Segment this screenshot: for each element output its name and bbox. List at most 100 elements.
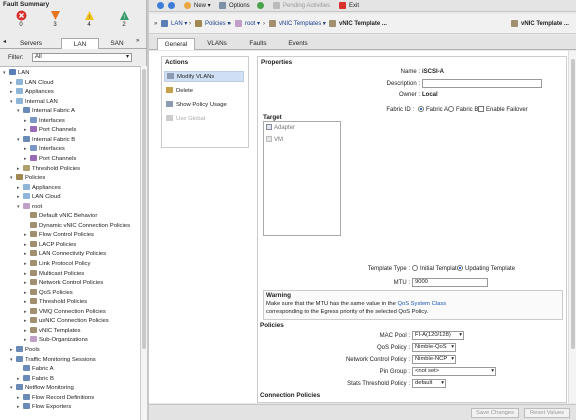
tree-node[interactable]: ▸ Pools — [10, 345, 40, 355]
exit-button[interactable]: Exit — [349, 2, 359, 11]
tree-node[interactable]: ▸ Interfaces — [24, 116, 65, 126]
breadcrumb-lan[interactable]: LAN ▾ — [171, 20, 187, 29]
initial-template-radio[interactable]: Initial Template — [412, 265, 460, 272]
tree-node[interactable]: ▸ Multicast Policies — [24, 269, 85, 279]
warning-text: Make sure that the MTU has the same valu… — [266, 301, 398, 307]
pending-activities-button[interactable]: Pending Activities — [283, 2, 330, 11]
show-policy-usage-action[interactable]: Show Policy Usage — [166, 100, 227, 111]
checkbox-label: Enable Failover — [486, 107, 528, 113]
target-vm[interactable]: VM — [266, 136, 283, 143]
exit-icon — [339, 2, 346, 11]
enable-failover-checkbox[interactable]: Enable Failover — [478, 106, 528, 113]
help-icon[interactable] — [257, 2, 264, 11]
forward-icon[interactable] — [168, 2, 175, 11]
tree-node[interactable]: ▸ Appliances — [17, 183, 61, 193]
tree-node[interactable]: ▾ Internal Fabric A — [17, 107, 75, 116]
tree-node[interactable]: ▸ Network Control Policies — [24, 279, 103, 288]
modify-vlans-action[interactable]: Modify VLANs — [164, 71, 244, 82]
tree-node-icon — [9, 69, 16, 75]
tab-san[interactable]: SAN — [102, 38, 132, 49]
network-control-policy-select[interactable]: Nimble-NCP — [412, 355, 456, 364]
options-button[interactable]: Options — [229, 2, 250, 11]
tab-events[interactable]: Events — [280, 38, 316, 50]
tree-node[interactable]: ▸ VMQ Connection Policies — [24, 307, 106, 317]
use-global-action[interactable]: Use Global — [166, 114, 205, 125]
tree-node-label: Multicast Policies — [39, 270, 85, 277]
main-tabs: General VLANs Faults Events — [149, 36, 576, 50]
target-adapter[interactable]: Adapter — [266, 124, 295, 131]
tab-faults[interactable]: Faults — [241, 38, 275, 50]
tab-servers[interactable]: Servers — [12, 38, 50, 49]
tree-node[interactable]: ▸ QoS Policies — [24, 288, 73, 298]
reset-values-button[interactable]: Reset Values — [524, 408, 570, 418]
tree-node[interactable]: ▸ LAN Cloud — [17, 193, 61, 202]
tree-node[interactable]: ▸ Threshold Policies — [24, 298, 87, 307]
name-label: Name : — [400, 69, 420, 75]
tree-node[interactable]: ▸ Sub-Organizations — [24, 336, 88, 345]
policies-section-title: Policies — [260, 322, 284, 329]
updating-template-radio[interactable]: Updating Template — [457, 265, 515, 272]
tree-node[interactable]: Dynamic vNIC Connection Policies — [24, 221, 130, 231]
fault-critical[interactable]: 0 — [7, 10, 35, 28]
tree-node[interactable]: ▾ Policies — [10, 174, 45, 183]
tab-back-arrow-icon[interactable]: ◂ — [3, 38, 6, 45]
description-input[interactable] — [422, 79, 542, 88]
tree-node[interactable]: ▾ root — [17, 202, 42, 212]
tab-lan[interactable]: LAN — [61, 38, 99, 49]
mac-pool-select[interactable]: FI-A(120/128) — [412, 331, 464, 340]
stats-threshold-policy-select[interactable]: default — [412, 379, 446, 388]
tree-node[interactable]: ▸ Port Channels — [24, 154, 76, 164]
tree-node[interactable]: ▸ vNIC Templates — [24, 326, 80, 336]
tree-node-icon — [23, 374, 30, 381]
tab-general[interactable]: General — [157, 38, 195, 50]
new-menu[interactable]: New ▾ — [194, 2, 211, 11]
tab-forward-arrow-icon[interactable]: » — [136, 38, 139, 44]
navigation-pane: Fault Summary 0 3 ! 4 ! 2 ◂ Servers LAN … — [0, 0, 147, 420]
tree-node[interactable]: ▾ Internal Fabric B — [17, 135, 75, 145]
tree-node[interactable]: ▾ LAN — [3, 69, 29, 78]
fault-minor[interactable]: ! 4 — [75, 10, 103, 28]
pending-activities-icon — [273, 2, 280, 11]
warning-box: Warning Make sure that the MTU has the s… — [263, 290, 563, 320]
breadcrumb-root[interactable]: root ▾ — [245, 20, 260, 29]
tree-node[interactable]: ▸ Appliances — [10, 88, 54, 97]
tree-node[interactable]: ▸ LACP Policies — [24, 240, 76, 250]
filter-select[interactable]: All — [32, 53, 132, 62]
fabric-a-radio[interactable]: Fabric A — [418, 106, 448, 113]
tree-node[interactable]: ▸ LAN Connectivity Policies — [24, 250, 106, 259]
tree-node[interactable]: Default vNIC Behavior — [24, 212, 97, 221]
tree-node[interactable]: ▾ Traffic Monitoring Sessions — [10, 355, 96, 365]
tree-node[interactable]: ▾ Netflow Monitoring — [10, 384, 74, 393]
delete-action[interactable]: Delete — [166, 86, 193, 97]
tab-vlans[interactable]: VLANs — [199, 38, 235, 50]
tree-node[interactable]: ▸ Flow Record Definitions — [17, 393, 94, 403]
tree-node-icon — [16, 88, 23, 95]
tree-node-label: Sub-Organizations — [39, 337, 88, 344]
tree-node[interactable]: ▸ Interfaces — [24, 145, 65, 154]
tree-node[interactable]: ▸ Fabric B — [17, 374, 54, 384]
mtu-input[interactable]: 9000 — [412, 278, 488, 287]
qos-policy-select[interactable]: Nimble-QoS — [412, 343, 456, 352]
tree-node[interactable]: ▸ LAN Cloud — [10, 78, 54, 88]
tree-scrollbar[interactable] — [140, 66, 147, 420]
fabric-b-radio[interactable]: Fabric B — [448, 106, 478, 113]
pin-group-select[interactable]: <not set> — [412, 367, 496, 376]
window-title: vNIC Template ... — [521, 21, 569, 27]
tree-node[interactable]: ▸ usNIC Connection Policies — [24, 317, 109, 326]
fault-major[interactable]: 3 — [41, 10, 69, 28]
content-scrollbar[interactable] — [568, 51, 576, 403]
tree-node[interactable]: ▸ Link Protocol Policy — [24, 260, 90, 269]
tree-node[interactable]: ▸ Flow Exporters — [17, 403, 71, 412]
breadcrumb-policies[interactable]: Policies ▾ — [205, 20, 230, 29]
tree-node[interactable]: ▸ Threshold Policies — [17, 164, 80, 174]
tree-node[interactable]: Fabric A — [17, 365, 54, 374]
tree-node[interactable]: ▾ Internal LAN — [10, 97, 58, 107]
fault-warning[interactable]: ! 2 — [110, 10, 138, 28]
tree-node-icon — [30, 250, 37, 257]
tree-node[interactable]: ▸ Flow Control Policies — [24, 231, 94, 240]
breadcrumb-vnic-templates[interactable]: vNIC Templates ▾ — [279, 20, 326, 29]
back-icon[interactable] — [157, 2, 164, 11]
qos-system-class-link[interactable]: QoS System Class — [397, 301, 446, 307]
save-changes-button[interactable]: Save Changes — [471, 408, 519, 418]
tree-node[interactable]: ▸ Port Channels — [24, 126, 76, 135]
